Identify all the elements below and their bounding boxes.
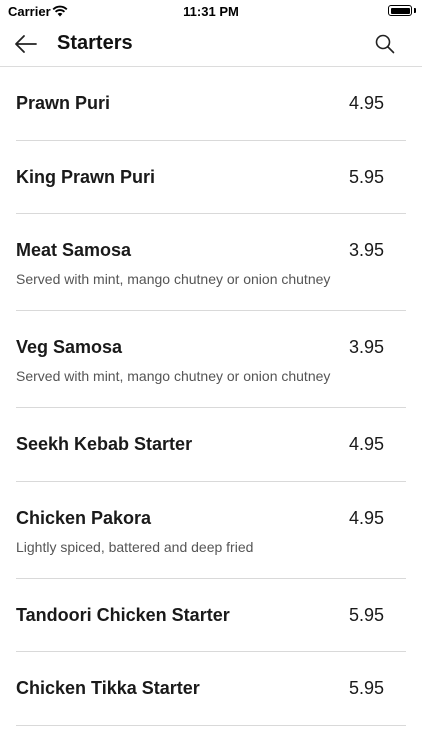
status-bar: Carrier 11:31 PM xyxy=(0,0,422,22)
page-title: Starters xyxy=(57,32,133,54)
menu-list: Prawn Puri 4.95 King Prawn Puri 5.95 Mea… xyxy=(0,67,422,726)
menu-item[interactable]: Tandoori Chicken Starter 5.95 xyxy=(16,579,406,652)
item-description: Lightly spiced, battered and deep fried xyxy=(16,538,254,555)
clock: 11:31 PM xyxy=(183,4,239,19)
item-name: Prawn Puri xyxy=(16,93,111,113)
item-price: 4.95 xyxy=(348,507,384,528)
search-icon xyxy=(375,34,395,54)
item-name: Seekh Kebab Starter xyxy=(16,434,193,454)
menu-item[interactable]: Meat Samosa 3.95 Served with mint, mango… xyxy=(16,214,406,311)
item-price: 4.95 xyxy=(348,434,384,454)
item-name: Meat Samosa xyxy=(16,240,132,260)
item-description: Served with mint, mango chutney or onion… xyxy=(16,271,331,287)
item-name: Chicken Tikka Starter xyxy=(16,678,200,698)
item-name: King Prawn Puri xyxy=(16,166,156,187)
item-name: Chicken Pakora xyxy=(16,507,152,528)
menu-item[interactable]: Chicken Tikka Starter 5.95 xyxy=(16,652,406,726)
battery-cap xyxy=(414,8,416,13)
item-description: Served with mint, mango chutney or onion… xyxy=(16,368,331,384)
item-price: 3.95 xyxy=(348,337,384,357)
battery-icon xyxy=(388,5,412,16)
menu-item[interactable]: King Prawn Puri 5.95 xyxy=(16,141,406,214)
menu-item[interactable]: Veg Samosa 3.95 Served with mint, mango … xyxy=(16,311,406,408)
menu-item[interactable]: Seekh Kebab Starter 4.95 xyxy=(16,408,406,482)
search-button[interactable] xyxy=(374,33,396,55)
back-button[interactable] xyxy=(12,32,40,56)
arrow-left-icon xyxy=(15,35,37,53)
item-price: 5.95 xyxy=(348,166,384,187)
menu-item[interactable]: Chicken Pakora 4.95 Lightly spiced, batt… xyxy=(16,482,406,579)
navigation-bar: Starters xyxy=(0,22,422,67)
item-price: 3.95 xyxy=(348,240,384,260)
menu-item[interactable]: Prawn Puri 4.95 xyxy=(16,67,406,141)
item-price: 5.95 xyxy=(348,678,384,698)
item-name: Veg Samosa xyxy=(16,337,123,357)
item-name: Tandoori Chicken Starter xyxy=(16,604,230,625)
item-price: 5.95 xyxy=(348,604,384,625)
item-price: 4.95 xyxy=(348,93,384,113)
